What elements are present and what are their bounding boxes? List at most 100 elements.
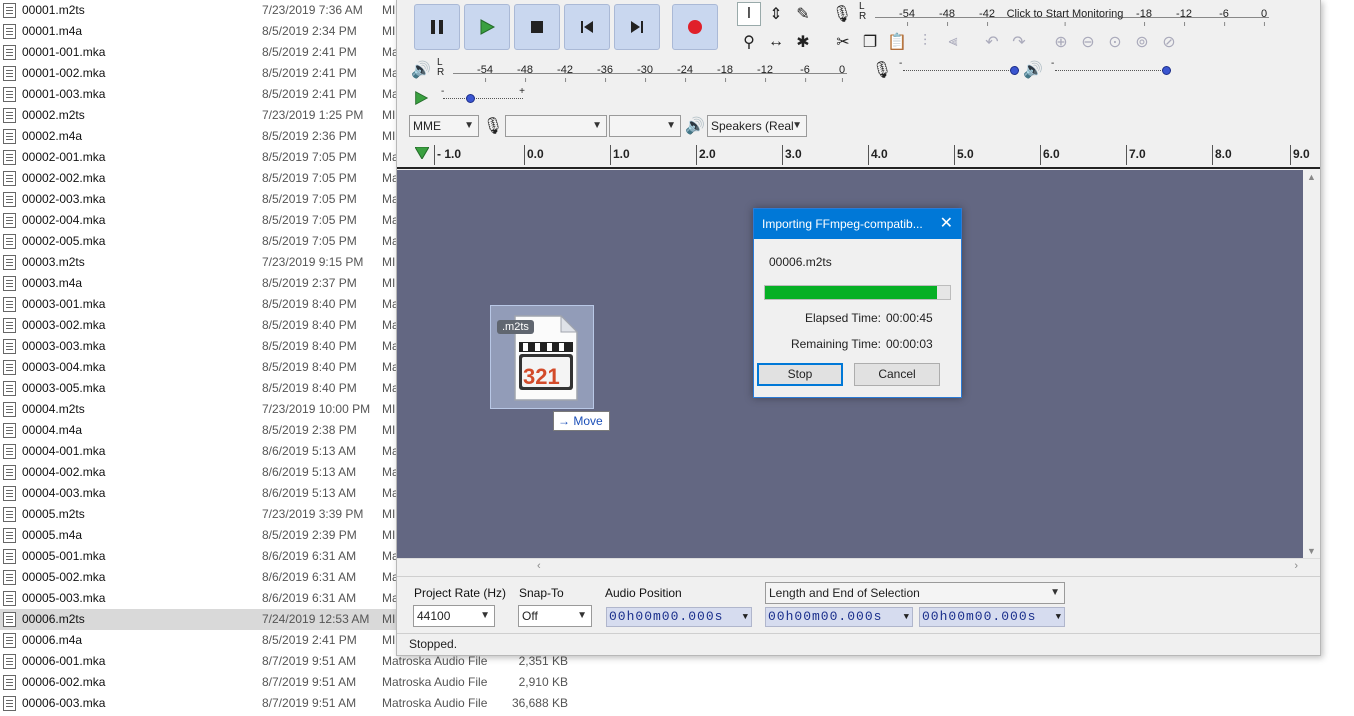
record-button[interactable]	[672, 4, 718, 50]
file-type: MI	[382, 423, 396, 437]
copy-button[interactable]: ❐	[858, 30, 882, 54]
file-date: 7/24/2019 12:53 AM	[262, 612, 370, 626]
selection-tool[interactable]: I	[737, 2, 761, 26]
slider-thumb[interactable]	[1162, 66, 1171, 75]
recording-device-select[interactable]: ▼	[505, 115, 607, 137]
file-name: 00005-003.mka	[22, 591, 106, 605]
close-icon[interactable]: ✕	[940, 209, 953, 239]
file-icon	[3, 507, 16, 522]
timeline-ruler[interactable]: - 1.0 0.0 1.0 2.0 3.0 4.0 5.0 6.0 7.0 8.0 9.0	[397, 141, 1320, 169]
project-rate-label: Project Rate (Hz)	[414, 586, 507, 600]
file-name: 00001-001.mka	[22, 45, 106, 59]
playback-device-select[interactable]: Speakers (Real ▼	[707, 115, 807, 137]
meter-tick-label: -42	[557, 64, 573, 82]
undo-icon: ↶	[985, 34, 999, 51]
time-shift-tool[interactable]: ↔	[764, 30, 788, 54]
draw-tool[interactable]: ✎	[791, 2, 815, 26]
undo-button[interactable]: ↶	[980, 30, 1004, 54]
recording-channels-select[interactable]: ▼	[609, 115, 681, 137]
project-rate-select[interactable]: 44100 ▼	[413, 605, 495, 627]
pause-button[interactable]	[414, 4, 460, 50]
audio-host-select[interactable]: MME ▼	[409, 115, 479, 137]
recording-volume-slider[interactable]: -	[897, 58, 1025, 80]
recording-meter[interactable]: L R -54 -48 -42 Click to Start Monitoring -1…	[859, 1, 1269, 26]
file-date: 8/5/2019 8:40 PM	[262, 360, 357, 374]
fit-project-button[interactable]: ⊚	[1130, 30, 1154, 54]
microphone-icon: 🎙	[831, 6, 853, 23]
file-date: 8/7/2019 9:51 AM	[262, 675, 357, 689]
chevron-down-icon[interactable]: ▼	[743, 608, 749, 626]
zoom-out-button[interactable]: ⊖	[1076, 30, 1100, 54]
vertical-scrollbar[interactable]: ▲ ▼	[1303, 170, 1320, 558]
slider-thumb[interactable]	[466, 94, 476, 103]
stop-import-button[interactable]: Stop	[757, 363, 843, 386]
zoom-tool[interactable]: ⚲	[737, 30, 761, 54]
selection-start-field[interactable]: 00h00m00.000s ▼	[765, 607, 913, 627]
trim-button[interactable]: ⫶	[913, 30, 937, 54]
file-name: 00001-002.mka	[22, 66, 106, 80]
file-name: 00001-003.mka	[22, 87, 106, 101]
file-row[interactable]: 00006-003.mka 8/7/2019 9:51 AM Matroska Au…	[0, 693, 600, 714]
file-date: 7/23/2019 9:15 PM	[262, 255, 364, 269]
playback-device-icon-wrap: 🔊	[683, 114, 707, 138]
multi-tool[interactable]: ✱	[791, 30, 815, 54]
chevron-down-icon: ▼	[592, 120, 602, 131]
clipboard-icon: 📋	[887, 34, 907, 51]
file-type: MI	[382, 255, 396, 269]
ruler-tick-label: 8.0	[1212, 145, 1232, 165]
magnifier-icon: ⚲	[743, 34, 755, 51]
snap-to-value: Off	[522, 609, 538, 623]
playback-volume-slider[interactable]: -	[1049, 58, 1177, 80]
file-icon	[3, 381, 16, 396]
horizontal-scrollbar[interactable]: ‹ ›	[397, 558, 1320, 575]
scroll-up-icon[interactable]: ▲	[1307, 172, 1316, 182]
envelope-tool[interactable]: ⇕	[764, 2, 788, 26]
play-head-icon[interactable]	[414, 146, 430, 162]
playback-meter-button[interactable]: 🔊	[409, 58, 433, 82]
slider-thumb[interactable]	[1010, 66, 1019, 75]
dialog-titlebar[interactable]: Importing FFmpeg-compatib... ✕	[754, 209, 961, 239]
import-progress-bar	[764, 285, 951, 300]
chevron-down-icon[interactable]: ▼	[1056, 608, 1062, 626]
snap-to-select[interactable]: Off ▼	[518, 605, 592, 627]
drag-file-ghost: .m2ts 321	[490, 305, 594, 409]
paste-button[interactable]: 📋	[885, 30, 909, 54]
project-rate-value: 44100	[417, 609, 451, 623]
zoom-in-icon: ⊕	[1054, 34, 1068, 51]
file-name: 00004-003.mka	[22, 486, 106, 500]
zoom-in-button[interactable]: ⊕	[1049, 30, 1073, 54]
chevron-down-icon[interactable]: ▼	[904, 608, 910, 626]
remaining-time-label: Remaining Time:	[790, 337, 881, 351]
scroll-left-icon[interactable]: ‹	[537, 560, 541, 572]
meter-channel-labels: L R	[859, 1, 867, 22]
record-meter-button[interactable]: 🎙	[830, 2, 854, 26]
ruler-tick-label: 0.0	[524, 145, 544, 165]
meter-tick-label: 0	[1260, 8, 1268, 26]
file-icon	[3, 591, 16, 606]
fit-selection-button[interactable]: ⊙	[1103, 30, 1127, 54]
file-icon	[3, 444, 16, 459]
scroll-right-icon[interactable]: ›	[1294, 560, 1298, 572]
playback-meter[interactable]: L R -54 -48 -42 -36 -30 -24 -18 -12 -6 0	[437, 58, 847, 82]
zoom-toggle-button[interactable]: ⊘	[1157, 30, 1181, 54]
status-bar: Stopped.	[397, 633, 1320, 655]
silence-button[interactable]: ⫷	[941, 30, 965, 54]
file-name: 00002-002.mka	[22, 171, 106, 185]
cut-button[interactable]: ✂	[831, 30, 855, 54]
scroll-down-icon[interactable]: ▼	[1307, 546, 1316, 556]
file-name: 00003-005.mka	[22, 381, 106, 395]
speaker-icon: 🔊	[411, 62, 431, 79]
play-speed-slider[interactable]: - +	[437, 86, 529, 108]
audio-position-field[interactable]: 00h00m00.000s ▼	[606, 607, 752, 627]
file-row[interactable]: 00006-002.mka 8/7/2019 9:51 AM Matroska Au…	[0, 672, 600, 693]
play-at-speed-button[interactable]	[409, 86, 433, 110]
selection-end-field[interactable]: 00h00m00.000s ▼	[919, 607, 1065, 627]
redo-button[interactable]: ↷	[1007, 30, 1031, 54]
stop-button[interactable]	[514, 4, 560, 50]
audio-position-value: 00h00m00.000s	[609, 609, 724, 624]
skip-to-start-button[interactable]	[564, 4, 610, 50]
play-button[interactable]	[464, 4, 510, 50]
selection-mode-select[interactable]: Length and End of Selection ▼	[765, 582, 1065, 604]
skip-to-end-button[interactable]	[614, 4, 660, 50]
cancel-import-button[interactable]: Cancel	[854, 363, 940, 386]
